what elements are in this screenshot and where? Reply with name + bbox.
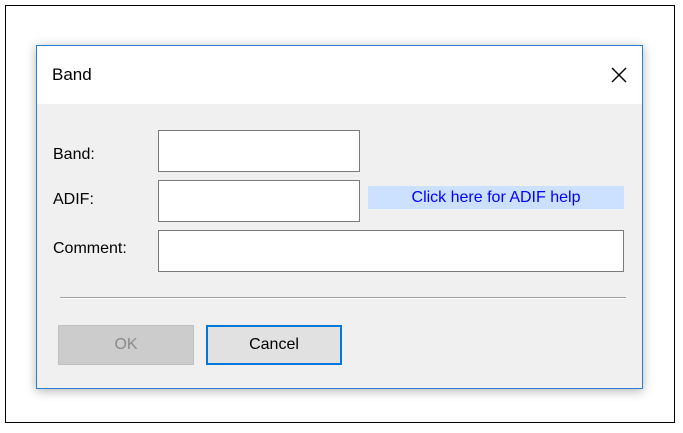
cancel-button[interactable]: Cancel (206, 325, 342, 365)
adif-label: ADIF: (53, 191, 94, 208)
band-label: Band: (53, 146, 95, 163)
adif-help-link[interactable]: Click here for ADIF help (368, 186, 624, 209)
dialog-title: Band (52, 65, 92, 84)
adif-input[interactable] (158, 180, 360, 222)
close-button[interactable] (596, 46, 642, 104)
comment-input[interactable] (158, 230, 624, 272)
separator-line (60, 297, 626, 299)
close-icon (611, 67, 627, 83)
title-bar: Band (37, 46, 642, 104)
ok-button[interactable]: OK (58, 325, 194, 365)
band-dialog: Band Band: ADIF: Click here for ADIF hel… (36, 45, 643, 389)
band-input[interactable] (158, 130, 360, 172)
comment-label: Comment: (53, 240, 127, 257)
